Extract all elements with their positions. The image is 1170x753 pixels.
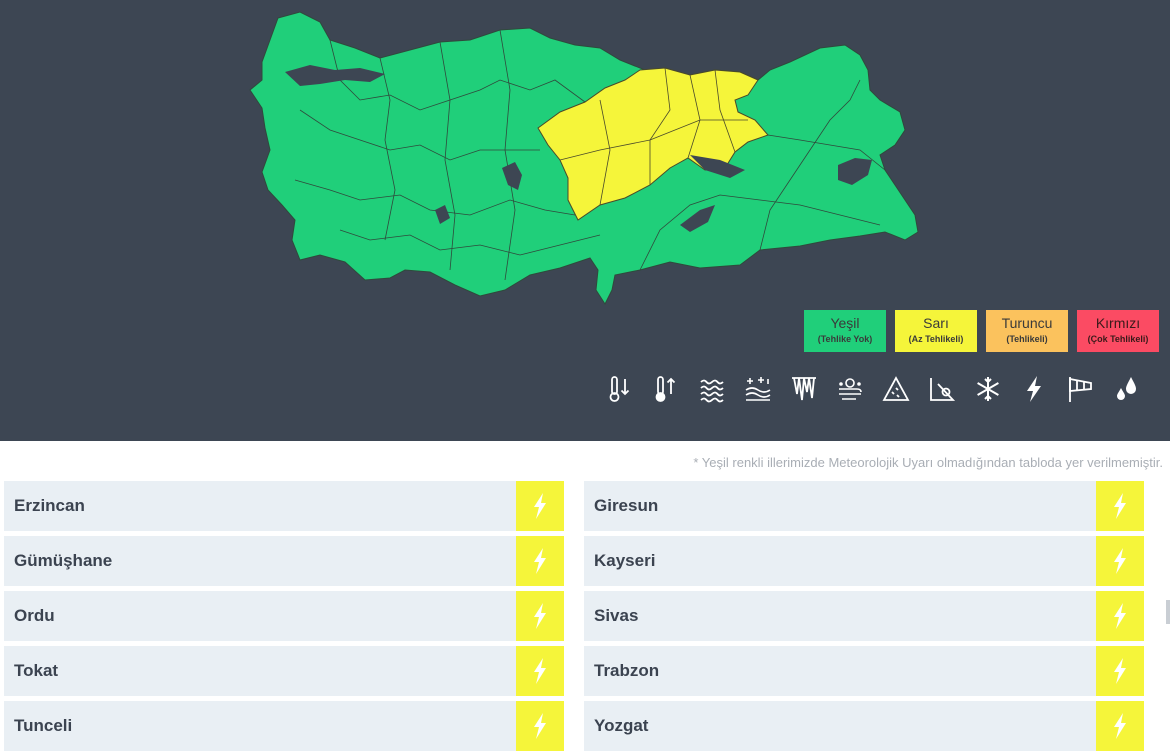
landslide-icon[interactable] — [928, 374, 956, 404]
lightning-icon[interactable] — [1096, 701, 1144, 751]
table-row[interactable]: Yozgat — [584, 701, 1144, 751]
legend-title: Kırmızı — [1095, 315, 1141, 331]
table-row[interactable]: Gümüşhane — [4, 536, 564, 586]
legend-subtitle: (Az Tehlikeli) — [908, 334, 964, 344]
legend-green[interactable]: Yeşil (Tehlike Yok) — [804, 310, 886, 352]
province-name: Gümüşhane — [14, 551, 113, 570]
legend-title: Sarı — [923, 315, 949, 331]
hazard-icon-bar — [606, 374, 1146, 406]
province-name: Ordu — [14, 606, 55, 625]
table-row[interactable]: Erzincan — [4, 481, 564, 531]
lightning-icon[interactable] — [516, 701, 564, 751]
table-row[interactable]: Tokat — [4, 646, 564, 696]
lightning-icon[interactable] — [516, 481, 564, 531]
table-row[interactable]: Trabzon — [584, 646, 1144, 696]
snow-melt-icon[interactable] — [744, 374, 772, 404]
lightning-icon[interactable] — [1020, 374, 1048, 404]
lightning-icon[interactable] — [1096, 591, 1144, 641]
lightning-icon[interactable] — [516, 591, 564, 641]
legend-orange[interactable]: Turuncu (Tehlikeli) — [986, 310, 1068, 352]
table-row[interactable]: Sivas — [584, 591, 1144, 641]
province-name: Kayseri — [594, 551, 656, 570]
dust-icon[interactable] — [836, 374, 864, 404]
lightning-icon[interactable] — [516, 646, 564, 696]
province-name: Tokat — [14, 661, 59, 680]
legend-subtitle: (Tehlikeli) — [1006, 334, 1048, 344]
province-name: Giresun — [594, 496, 659, 515]
legend-red[interactable]: Kırmızı (Çok Tehlikeli) — [1077, 310, 1159, 352]
heat-icon[interactable] — [652, 374, 680, 404]
lightning-icon[interactable] — [516, 536, 564, 586]
province-name: Yozgat — [594, 716, 649, 735]
table-row[interactable]: Giresun — [584, 481, 1144, 531]
fog-icon[interactable] — [698, 374, 726, 404]
lightning-icon[interactable] — [1096, 536, 1144, 586]
info-note: * Yeşil renkli illerimizde Meteorolojik … — [693, 455, 1163, 470]
province-name: Erzincan — [14, 496, 85, 515]
legend-title: Turuncu — [1001, 315, 1053, 331]
wind-icon[interactable] — [1066, 374, 1094, 404]
ice-icon[interactable] — [790, 374, 818, 404]
province-name: Tunceli — [14, 716, 73, 735]
legend-title: Yeşil — [830, 315, 860, 331]
province-name: Trabzon — [594, 661, 660, 680]
province-name: Sivas — [594, 606, 639, 625]
snow-icon[interactable] — [974, 374, 1002, 404]
legend-yellow[interactable]: Sarı (Az Tehlikeli) — [895, 310, 977, 352]
lightning-icon[interactable] — [1096, 646, 1144, 696]
legend-subtitle: (Çok Tehlikeli) — [1087, 334, 1149, 344]
avalanche-icon[interactable] — [882, 374, 910, 404]
scrollbar-thumb[interactable] — [1166, 600, 1170, 624]
map-panel: Yeşil (Tehlike Yok) Sarı (Az Tehlikeli) … — [0, 0, 1170, 441]
table-row[interactable]: Kayseri — [584, 536, 1144, 586]
table-row[interactable]: Ordu — [4, 591, 564, 641]
cold-icon[interactable] — [606, 374, 634, 404]
lightning-icon[interactable] — [1096, 481, 1144, 531]
table-row[interactable]: Tunceli — [4, 701, 564, 751]
rain-icon[interactable] — [1112, 374, 1140, 404]
legend-subtitle: (Tehlike Yok) — [817, 334, 873, 344]
